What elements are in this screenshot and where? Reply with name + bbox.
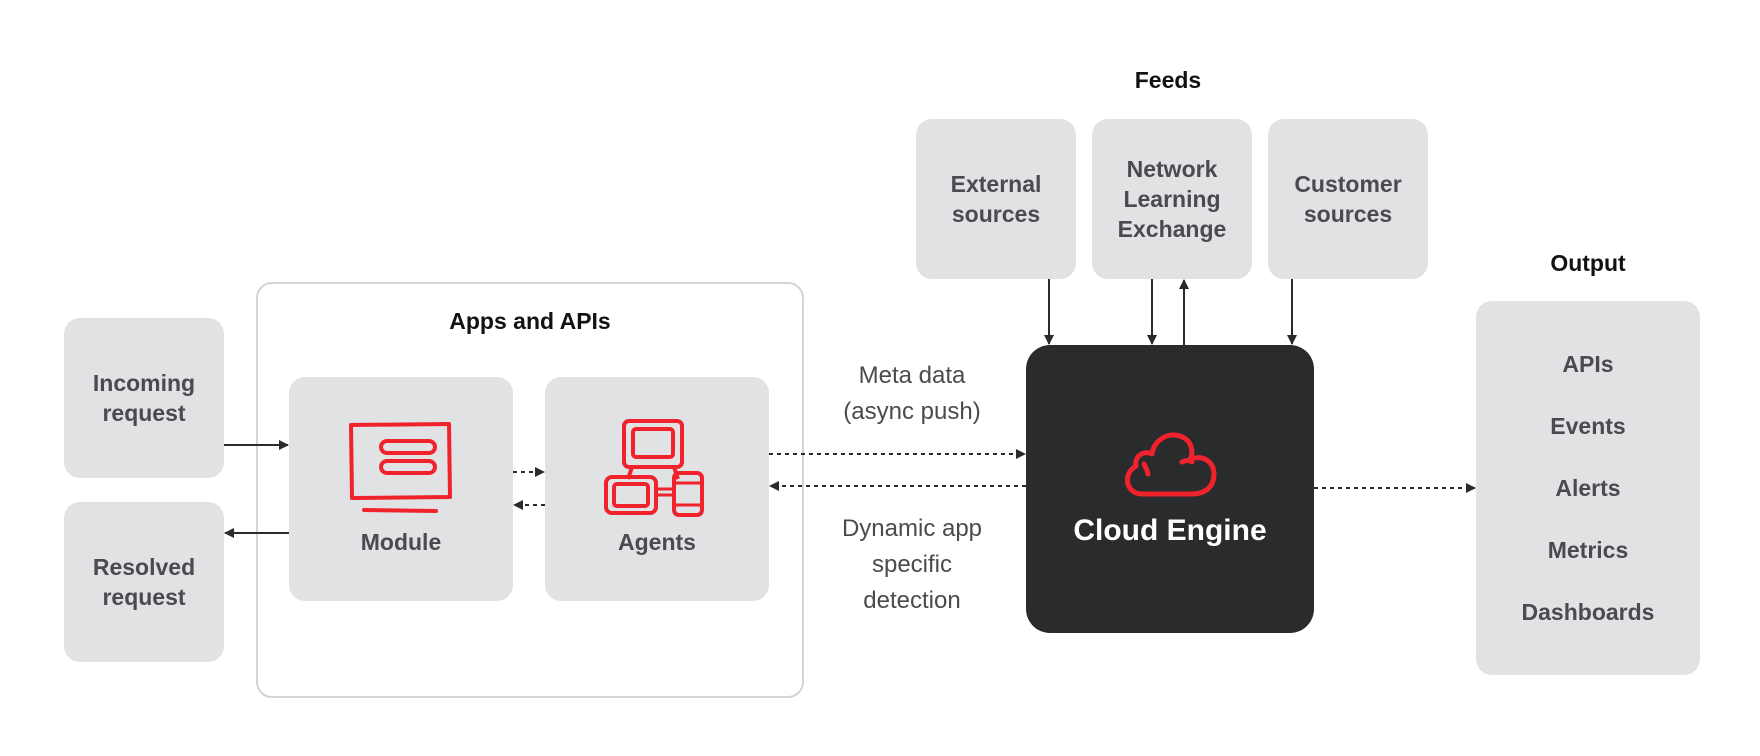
connectors-layer: [224, 279, 1476, 538]
